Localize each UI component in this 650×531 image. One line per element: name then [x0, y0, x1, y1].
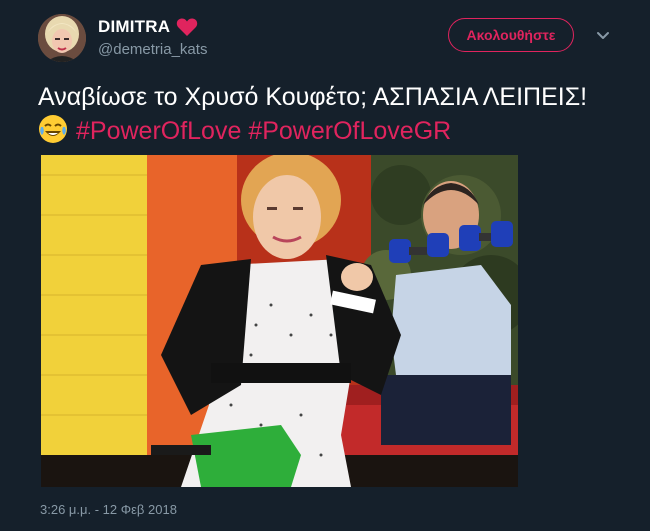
handle[interactable]: @demetria_kats	[98, 41, 207, 58]
tweet-media-image[interactable]	[41, 155, 518, 487]
red-heart-icon	[176, 17, 198, 37]
follow-button[interactable]: Ακολουθήστε	[448, 18, 574, 52]
tweet-text: Αναβίωσε το Χρυσό Κουφέτο; ΑΣΠΑΣΙΑ ΛΕΙΠΕ…	[38, 80, 618, 148]
face-with-tears-of-joy-icon	[38, 114, 68, 144]
tweet-card: DIMITRA @demetria_kats Ακολουθήστε Αναβί…	[0, 0, 650, 531]
display-name[interactable]: DIMITRA	[98, 17, 170, 37]
avatar[interactable]	[38, 14, 86, 62]
tweet-body: Αναβίωσε το Χρυσό Κουφέτο; ΑΣΠΑΣΙΑ ΛΕΙΠΕ…	[38, 83, 588, 111]
chevron-down-icon[interactable]	[594, 26, 612, 44]
timestamp[interactable]: 3:26 μ.μ. - 12 Φεβ 2018	[40, 502, 177, 517]
hashtag-link-2[interactable]: #PowerOfLoveGR	[248, 117, 451, 145]
tweet-header: DIMITRA @demetria_kats Ακολουθήστε	[38, 14, 618, 64]
author-info[interactable]: DIMITRA @demetria_kats	[98, 16, 207, 58]
hashtag-link-1[interactable]: #PowerOfLove	[76, 117, 241, 145]
display-name-row: DIMITRA	[98, 16, 207, 38]
